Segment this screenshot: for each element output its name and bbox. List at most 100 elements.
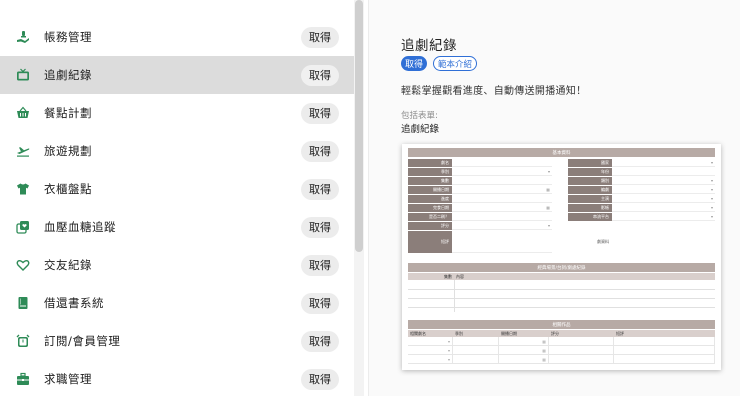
preview-cell [453,346,499,355]
get-button[interactable]: 取得 [301,216,339,238]
list-item-label: 衣櫃盤點 [44,182,92,196]
preview-field-label: 是否二刷？ [408,213,452,221]
preview-section-header: 相關作品 [408,320,715,329]
preview-col-header: 評分 [549,330,614,337]
preview-cell: ▦ [499,355,549,364]
preview-field-value [452,195,552,203]
preview-field-value: ▾ [612,195,715,203]
preview-field-value: ▾ [612,204,715,212]
preview-col-header: 短評 [614,330,715,337]
preview-field-label: 進度 [408,195,452,203]
preview-field-label: 集數 [408,177,452,185]
tv-icon [16,68,30,82]
heart-monitor-icon [16,220,30,234]
basket-icon [16,106,30,120]
list-item-library[interactable]: 借還書系統 取得 [0,284,354,322]
preview-field-label: 劇資料 [568,231,612,253]
preview-field-label: 國家 [568,159,612,167]
preview-field-label: 影帳 [568,204,612,212]
preview-field-label: 串流平台 [568,213,612,221]
preview-grid-line [408,298,715,299]
preview-cell: ▾ [408,355,453,364]
preview-col-header: 內容 [454,273,715,280]
preview-field-value: ▾ [612,213,715,221]
list-item-blood-pressure[interactable]: 血壓血糖追蹤 取得 [0,208,354,246]
money-hand-icon [16,30,30,44]
scrollbar-thumb[interactable] [355,0,363,252]
get-button[interactable]: 取得 [301,368,339,390]
briefcase-icon [16,372,30,386]
includes-value: 追劇紀錄 [401,124,440,135]
preview-field-label: 劇名 [408,159,452,167]
preview-cell [614,355,715,364]
list-item-label: 訂閱/會員管理 [44,334,121,348]
get-button[interactable]: 取得 [301,64,339,86]
preview-field-value [452,231,552,253]
preview-field-value [452,213,552,221]
preview-field-label: 短評 [408,231,452,253]
preview-cell [614,346,715,355]
preview-field-value: ▾ [452,222,552,230]
list-item-label: 借還書系統 [44,296,104,310]
preview-field-value: ▦ [452,186,552,194]
list-item-travel[interactable]: 旅遊規劃 取得 [0,132,354,170]
preview-field-value [612,168,715,176]
preview-field-label: 完食日期 [408,204,452,212]
preview-field-label: 季別 [408,168,452,176]
alarm-icon [16,334,30,348]
get-button[interactable]: 取得 [301,330,339,352]
template-intro-button[interactable]: 範本介紹 [433,56,477,71]
preview-col-header: 季別 [453,330,499,337]
list-item-drama[interactable]: 追劇紀錄 取得 [0,56,354,94]
preview-col-header: 集數 [408,273,454,280]
preview-cell: ▾ [408,337,453,346]
preview-cell [453,337,499,346]
shirt-icon [16,182,30,196]
book-icon [16,296,30,310]
get-button[interactable]: 取得 [301,254,339,276]
list-item-label: 血壓血糖追蹤 [44,220,116,234]
preview-field-label: 年份 [568,168,612,176]
get-button[interactable]: 取得 [301,140,339,162]
preview-field-value [452,159,552,167]
preview-cell: ▾ [408,346,453,355]
list-item-finance[interactable]: 帳務管理 取得 [0,18,354,56]
preview-cell [549,355,614,364]
list-item-subscription[interactable]: 訂閱/會員管理 取得 [0,322,354,360]
preview-field-value: ▾ [452,168,552,176]
heart-outline-icon [16,258,30,272]
preview-section-header: 基本資料 [408,148,715,157]
preview-field-label: 開播日期 [408,186,452,194]
preview-field-label: 類別 [568,177,612,185]
list-item-dating[interactable]: 交友紀錄 取得 [0,246,354,284]
get-button[interactable]: 取得 [301,102,339,124]
airplane-icon [16,144,30,158]
preview-cell [549,337,614,346]
get-button[interactable]: 取得 [301,26,339,48]
detail-get-button[interactable]: 取得 [401,56,427,71]
preview-field-value: ▦ [452,204,552,212]
preview-grid-line [408,289,715,290]
includes-label: 包括表單: [401,111,438,121]
list-item-label: 追劇紀錄 [44,68,92,82]
preview-col-header: 開播日期 [499,330,549,337]
preview-cell: ▦ [499,346,549,355]
preview-field-value [452,177,552,185]
preview-field-value: ▾ [612,177,715,185]
list-item-wardrobe[interactable]: 衣櫃盤點 取得 [0,170,354,208]
list-item-label: 餐點計劃 [44,106,92,120]
preview-section-header: 經典場景/台詞/劇處紀錄 [408,263,715,272]
detail-title: 追劇紀錄 [401,38,457,54]
get-button[interactable]: 取得 [301,178,339,200]
preview-field-label: 評分 [408,222,452,230]
preview-field-value: ▾ [612,186,715,194]
list-item-meal[interactable]: 餐點計劃 取得 [0,94,354,132]
template-list: 帳務管理 取得 追劇紀錄 取得 餐點計劃 取得 旅遊規劃 取得 衣櫃盤點 取得 [0,0,354,396]
template-detail-panel: 追劇紀錄 取得 範本介紹 輕鬆掌握觀看進度、自動傳送開播通知！ 包括表單: 追劇… [369,0,740,396]
preview-field-label: 編劇 [568,186,612,194]
list-item-job[interactable]: 求職管理 取得 [0,360,354,396]
preview-field-label: 主演 [568,195,612,203]
preview-field-value: ▾ [612,159,715,167]
list-item-label: 帳務管理 [44,30,92,44]
get-button[interactable]: 取得 [301,292,339,314]
